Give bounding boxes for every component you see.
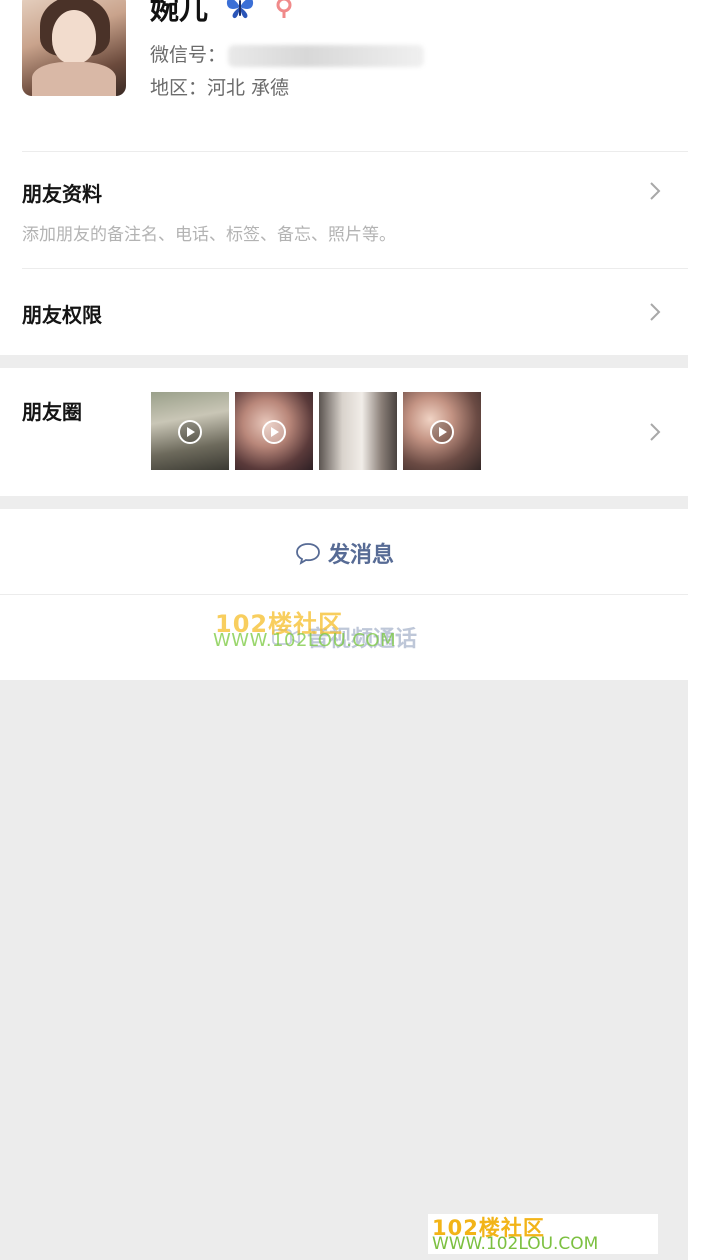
content-area: 婉儿 微信号： 地区：河北 承德 朋友资料 添加朋友的备注名、电话、标签、备忘、… <box>0 0 688 1260</box>
friend-info-title: 朋友资料 <box>22 182 102 206</box>
friend-info-subtitle: 添加朋友的备注名、电话、标签、备忘、照片等。 <box>22 225 396 245</box>
profile-header: 婉儿 微信号： 地区：河北 承德 <box>0 0 688 152</box>
play-icon <box>262 420 286 444</box>
empty-background <box>0 680 688 1260</box>
avatar[interactable] <box>22 0 126 96</box>
watermark-middle-line2: WWW.102LOU.COM <box>213 630 397 651</box>
play-icon <box>430 420 454 444</box>
send-message-label: 发消息 <box>327 543 394 568</box>
section-gap <box>0 355 688 368</box>
nickname: 婉儿 <box>150 0 209 26</box>
watermark-bottom: 102楼社区 WWW.102LOU.COM <box>428 1214 658 1254</box>
wechat-id: 微信号： <box>150 40 425 67</box>
chevron-right-icon <box>650 303 661 321</box>
send-message-button[interactable]: 发消息 <box>0 509 688 594</box>
female-icon <box>276 0 292 18</box>
play-icon <box>178 420 202 444</box>
chat-bubble-icon <box>296 543 320 565</box>
contact-profile-page: 婉儿 微信号： 地区：河北 承德 朋友资料 添加朋友的备注名、电话、标签、备忘、… <box>0 0 705 1260</box>
moments-thumbnail[interactable] <box>235 392 313 470</box>
moments-thumbnail[interactable] <box>151 392 229 470</box>
right-edge-strip <box>688 0 705 1260</box>
wechat-id-blurred-value <box>228 44 425 67</box>
moments-thumbnail[interactable] <box>319 392 397 470</box>
watermark-bottom-line2: WWW.102LOU.COM <box>432 1234 599 1254</box>
chevron-right-icon <box>650 182 661 200</box>
section-gap <box>0 496 688 509</box>
friend-permissions-title: 朋友权限 <box>22 303 102 327</box>
butterfly-icon <box>226 0 254 19</box>
wechat-id-label: 微信号： <box>150 44 227 66</box>
moments-title: 朋友圈 <box>22 400 82 424</box>
moments-thumbnail[interactable] <box>403 392 481 470</box>
watermark-middle: 102楼社区 WWW.102LOU.COM <box>213 606 453 656</box>
friend-info-row[interactable]: 朋友资料 添加朋友的备注名、电话、标签、备忘、照片等。 <box>0 152 688 268</box>
friend-permissions-row[interactable]: 朋友权限 <box>0 269 688 355</box>
region: 地区：河北 承德 <box>150 77 290 99</box>
chevron-right-icon <box>650 423 661 441</box>
